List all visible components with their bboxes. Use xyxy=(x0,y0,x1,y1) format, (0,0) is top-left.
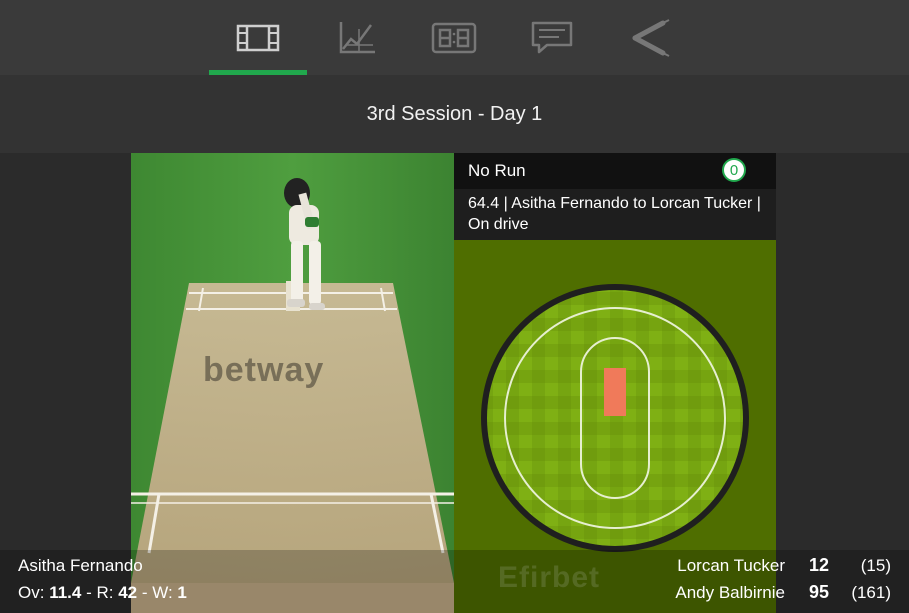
wickets-value: 1 xyxy=(177,583,187,602)
batsman-name: Lorcan Tucker xyxy=(677,556,785,575)
top-navigation xyxy=(0,0,909,75)
wickets-label: W: xyxy=(152,583,173,602)
batsmen-info: Lorcan Tucker 12 (15) Andy Balbirnie 95 … xyxy=(675,552,891,606)
batsman-balls: (15) xyxy=(860,556,891,575)
bowler-figures: Ov: 11.4 - R: 42 - W: 1 xyxy=(18,583,187,602)
tab-cricket[interactable] xyxy=(601,0,699,75)
batsman-balls: (161) xyxy=(851,583,891,602)
bowler-info: Asitha Fernando Ov: 11.4 - R: 42 - W: 1 xyxy=(18,552,187,606)
pitch-view-icon xyxy=(236,24,280,51)
ball-description: 64.4 | Asitha Fernando to Lorcan Tucker … xyxy=(454,189,776,240)
event-result: No Run xyxy=(468,161,526,180)
overs-label: Ov: xyxy=(18,583,45,602)
session-header: 3rd Session - Day 1 xyxy=(0,75,909,153)
batsman-name: Andy Balbirnie xyxy=(675,583,785,602)
pitch-branding: betway xyxy=(203,351,325,389)
event-result-bar: No Run 0 xyxy=(454,153,776,189)
batsman-row: Andy Balbirnie 95 (161) xyxy=(675,579,891,606)
pitch-strip xyxy=(604,368,626,416)
overs-value: 11.4 xyxy=(49,583,82,602)
tab-scoreboard[interactable] xyxy=(405,0,503,75)
batsman-runs: 12 xyxy=(808,555,829,575)
runs-label: R: xyxy=(96,583,114,602)
tab-charts[interactable] xyxy=(307,0,405,75)
scoreboard-icon xyxy=(431,22,477,53)
tab-pitch-view[interactable] xyxy=(209,0,307,75)
batsman-runs: 95 xyxy=(808,582,829,602)
field-panel: No Run 0 64.4 | Asitha Fernando to Lorca… xyxy=(454,153,776,613)
runs-badge: 0 xyxy=(722,158,746,182)
pitch-view: betway xyxy=(131,153,454,613)
ball-description-text: 64.4 | Asitha Fernando to Lorcan Tucker … xyxy=(468,195,761,233)
cricket-bats-icon xyxy=(632,18,670,57)
match-visualisation: betway No Run 0 64.4 | Asitha Fernando t… xyxy=(0,153,909,613)
batsman-row: Lorcan Tucker 12 (15) xyxy=(675,552,891,579)
session-title: 3rd Session - Day 1 xyxy=(366,102,543,125)
tab-commentary[interactable] xyxy=(503,0,601,75)
chart-icon xyxy=(339,21,375,53)
commentary-icon xyxy=(531,21,573,53)
runs-value: 42 xyxy=(118,583,138,602)
bowler-name: Asitha Fernando xyxy=(18,556,143,575)
